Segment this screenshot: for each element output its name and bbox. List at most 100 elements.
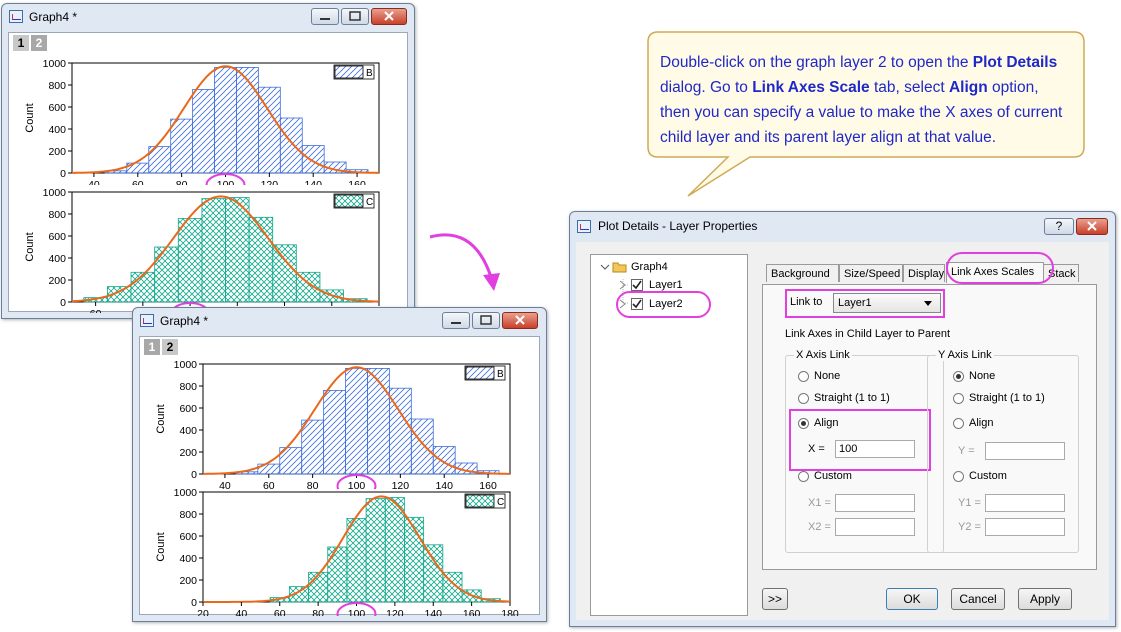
highlight-link-axes-tab <box>946 252 1054 284</box>
layer-tab-1[interactable]: 1 <box>144 339 160 355</box>
window-1-titlebar[interactable]: Graph4 * <box>2 4 414 30</box>
x-group-title: X Axis Link <box>794 349 852 361</box>
y-align-input[interactable] <box>985 442 1065 460</box>
legend-swatch <box>334 194 364 208</box>
x1-input[interactable] <box>835 494 915 512</box>
y-tick-label: 0 <box>191 597 197 609</box>
expand-arrow-icon[interactable] <box>619 280 627 290</box>
maximize-button[interactable] <box>472 312 500 329</box>
x-tick-label: 120 <box>386 608 404 616</box>
y-tick-label: 200 <box>179 447 197 459</box>
legend-label: B <box>366 68 373 79</box>
histogram-layer-1[interactable]: 40 60 80 100 120 140 16002004006008001000Count… <box>140 359 538 489</box>
y-tick-label: 200 <box>179 575 197 587</box>
graph-window-icon <box>140 314 154 327</box>
ok-button[interactable]: OK <box>886 588 938 610</box>
y-tick-label: 600 <box>48 102 66 114</box>
y-axis-label: Count <box>155 404 167 433</box>
x-tick-label: 100 <box>348 608 366 616</box>
x2-input[interactable] <box>835 518 915 536</box>
y-tick-label: 600 <box>179 531 197 543</box>
y1-input[interactable] <box>985 494 1065 512</box>
x-tick-label: 180 <box>501 608 519 616</box>
close-button[interactable] <box>371 8 407 25</box>
highlight-link-to <box>785 289 945 318</box>
y-tick-label: 400 <box>179 425 197 437</box>
histogram-bar <box>345 367 368 475</box>
y-axis-label: Count <box>155 532 167 561</box>
y-tick-label: 0 <box>60 297 66 309</box>
x-tick-label: 140 <box>424 608 442 616</box>
tree-item-layer1[interactable]: Layer1 <box>649 279 683 291</box>
layer-tab-2[interactable]: 2 <box>31 35 47 51</box>
x-tick-label: 20 <box>197 608 209 616</box>
y-tick-label: 1000 <box>174 359 198 371</box>
minimize-button[interactable] <box>311 8 339 25</box>
highlight-align-option <box>789 409 931 471</box>
y-axis-label: Count <box>24 103 36 132</box>
legend-label: B <box>497 369 504 380</box>
maximize-icon <box>480 315 492 325</box>
cancel-button[interactable]: Cancel <box>951 588 1005 610</box>
y-tick-label: 1000 <box>43 187 67 199</box>
more-button[interactable]: >> <box>762 588 788 610</box>
histogram-bar <box>154 246 179 303</box>
folder-icon <box>612 262 627 273</box>
tree-root-graph4[interactable]: Graph4 <box>631 261 668 273</box>
close-button[interactable] <box>1076 218 1108 235</box>
histogram-bar <box>130 271 156 303</box>
histogram-bar <box>225 197 250 303</box>
legend-label: C <box>497 497 504 508</box>
histogram-layer-2[interactable]: 608010012014016018002004006008001000Coun… <box>9 183 407 313</box>
dialog-body: Graph4 Layer1 Layer2 Background Size/Spe… <box>576 242 1109 620</box>
layer1-checkbox[interactable] <box>631 279 643 291</box>
x-tick-label: 80 <box>312 608 324 616</box>
histogram-bar <box>236 66 259 174</box>
graph-window-icon <box>9 10 23 23</box>
histogram-bar <box>308 571 329 603</box>
y-tick-label: 800 <box>48 80 66 92</box>
histogram-bar <box>327 546 348 603</box>
close-button[interactable] <box>502 312 538 329</box>
minimize-button[interactable] <box>442 312 470 329</box>
histogram-bar <box>272 244 297 303</box>
apply-button[interactable]: Apply <box>1018 588 1072 610</box>
histogram-bar <box>410 418 434 475</box>
tab-size-speed[interactable]: Size/Speed <box>839 264 903 282</box>
window-2-titlebar[interactable]: Graph4 * <box>133 308 546 334</box>
histogram-layer-1[interactable]: 40 60 80 100 120 140 16002004006008001000Count… <box>9 55 407 185</box>
graph-window-1[interactable]: Graph4 * 1 2 40 60 80 100 120 140 160 0 200 400 60… <box>1 3 415 319</box>
histogram-bar <box>170 118 194 174</box>
layer-tree[interactable]: Graph4 Layer1 Layer2 <box>590 254 748 616</box>
y-tick-label: 800 <box>48 209 66 221</box>
x-tick-label: 60 <box>90 308 102 313</box>
graph-window-2[interactable]: Graph4 * 1 2 40 60 80 100 120 140 160 0 200 400 60… <box>132 307 547 622</box>
graph-page-1[interactable]: 1 2 40 60 80 100 120 140 160 0 200 400 600 800 1000 C… <box>8 32 408 313</box>
maximize-button[interactable] <box>341 8 369 25</box>
tab-background[interactable]: Background <box>766 264 839 282</box>
y-tick-label: 1000 <box>174 487 198 499</box>
y-tick-label: 0 <box>191 469 197 481</box>
y-tick-label: 400 <box>48 124 66 136</box>
layer-tab-1[interactable]: 1 <box>13 35 29 51</box>
histogram-layer-2[interactable]: 20 40 60 80 100 120 140 160 180 0 200 400 600 800 1000… <box>140 486 538 616</box>
tab-bar: Background Size/Speed Display Link Axes … <box>766 262 1106 284</box>
link-axes-panel: Link to Layer1 Link Axes in Child Layer … <box>762 284 1097 570</box>
help-button[interactable]: ? <box>1044 218 1074 235</box>
legend-label: C <box>366 197 373 208</box>
minimize-icon <box>451 322 461 324</box>
x-tick-label: 60 <box>274 608 286 616</box>
tab-display[interactable]: Display <box>903 264 945 282</box>
y-tick-label: 600 <box>48 231 66 243</box>
y-tick-label: 200 <box>48 146 66 158</box>
y-tick-label: 800 <box>179 381 197 393</box>
plot-details-dialog[interactable]: Plot Details - Layer Properties ? Graph4… <box>569 211 1116 627</box>
checkmark-icon <box>632 280 642 290</box>
y2-input[interactable] <box>985 518 1065 536</box>
graph-page-2[interactable]: 1 2 40 60 80 100 120 140 160 0 200 400 600 800 1000 C… <box>139 336 540 616</box>
x-tick-label: 160 <box>463 608 481 616</box>
x-tick-label: 40 <box>236 608 248 616</box>
transition-arrow <box>429 233 500 291</box>
window-1-title: Graph4 * <box>29 10 78 24</box>
layer-tab-2[interactable]: 2 <box>162 339 178 355</box>
